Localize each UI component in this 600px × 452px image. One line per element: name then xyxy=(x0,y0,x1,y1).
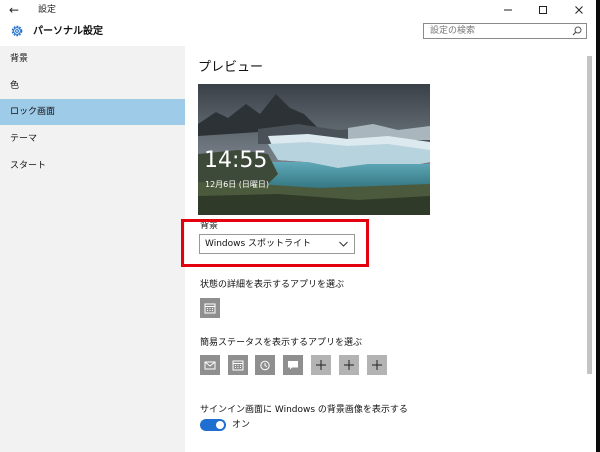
back-arrow-icon[interactable]: ← xyxy=(9,2,19,18)
quick-app-tile-mail[interactable] xyxy=(200,355,220,375)
quick-app-tile-alarm[interactable] xyxy=(255,355,275,375)
lock-screen-preview: 14:55 12月6日 (日曜日) xyxy=(198,84,430,215)
page-header: パーソナル設定 設定の検索 xyxy=(0,20,596,44)
sidebar-item-label: 色 xyxy=(10,81,20,91)
quick-app-tile-calendar[interactable] xyxy=(228,355,248,375)
highlight-frame xyxy=(181,219,369,267)
message-icon xyxy=(288,361,298,370)
sidebar-item-label: テーマ xyxy=(10,134,38,144)
sidebar-item-label: スタート xyxy=(10,161,47,171)
sidebar-item-background[interactable]: 背景 xyxy=(0,46,185,72)
quick-app-tile-message[interactable] xyxy=(283,355,303,375)
maximize-button[interactable] xyxy=(528,0,558,20)
search-input[interactable]: 設定の検索 xyxy=(423,23,587,39)
sidebar: 背景 色 ロック画面 テーマ スタート xyxy=(0,46,185,452)
main-content: プレビュー 14:55 12月6日 (日曜日) 背景 Windows スポットラ… xyxy=(181,46,596,452)
gear-icon xyxy=(11,25,23,37)
preview-date: 12月6日 (日曜日) xyxy=(205,180,270,189)
window-title: 設定 xyxy=(38,5,57,15)
preview-heading: プレビュー xyxy=(198,60,264,75)
minimize-button[interactable] xyxy=(493,0,523,20)
title-bar: ← 設定 xyxy=(0,0,596,20)
settings-window: ← 設定 パーソナル設定 設定の検索 背景 色 ロック画面 テーマ スタート プ… xyxy=(0,0,596,452)
search-placeholder: 設定の検索 xyxy=(430,26,476,36)
scrollbar[interactable] xyxy=(587,56,592,374)
alarm-icon xyxy=(260,360,270,371)
sidebar-item-colors[interactable]: 色 xyxy=(0,73,185,99)
close-button[interactable] xyxy=(564,0,594,20)
quick-app-tile-add-2[interactable] xyxy=(339,355,359,375)
quick-app-tile-add-1[interactable] xyxy=(311,355,331,375)
signin-background-toggle[interactable] xyxy=(200,419,226,431)
page-title: パーソナル設定 xyxy=(33,26,103,37)
detail-app-tile[interactable] xyxy=(200,298,220,318)
add-icon xyxy=(372,360,382,370)
add-icon xyxy=(344,360,354,370)
mail-icon xyxy=(204,361,216,370)
add-icon xyxy=(316,360,326,370)
signin-background-label: サインイン画面に Windows の背景画像を表示する xyxy=(200,405,408,415)
preview-time: 14:55 xyxy=(204,148,268,173)
close-icon xyxy=(575,6,583,14)
minimize-icon xyxy=(504,9,512,11)
calendar-icon xyxy=(204,303,216,314)
sidebar-item-start[interactable]: スタート xyxy=(0,153,185,179)
quick-status-label: 簡易ステータスを表示するアプリを選ぶ xyxy=(200,338,363,348)
sidebar-item-label: 背景 xyxy=(10,54,29,64)
quick-app-tile-add-3[interactable] xyxy=(367,355,387,375)
desktop-background-edge xyxy=(596,0,600,452)
sidebar-item-themes[interactable]: テーマ xyxy=(0,126,185,152)
sidebar-item-lock-screen[interactable]: ロック画面 xyxy=(0,99,185,125)
detail-app-label: 状態の詳細を表示するアプリを選ぶ xyxy=(200,280,345,290)
sidebar-item-label: ロック画面 xyxy=(10,107,56,117)
maximize-icon xyxy=(539,6,547,14)
calendar-icon xyxy=(232,360,244,371)
toggle-knob xyxy=(216,421,224,429)
toggle-state-label: オン xyxy=(232,420,251,430)
search-icon[interactable] xyxy=(572,26,582,36)
